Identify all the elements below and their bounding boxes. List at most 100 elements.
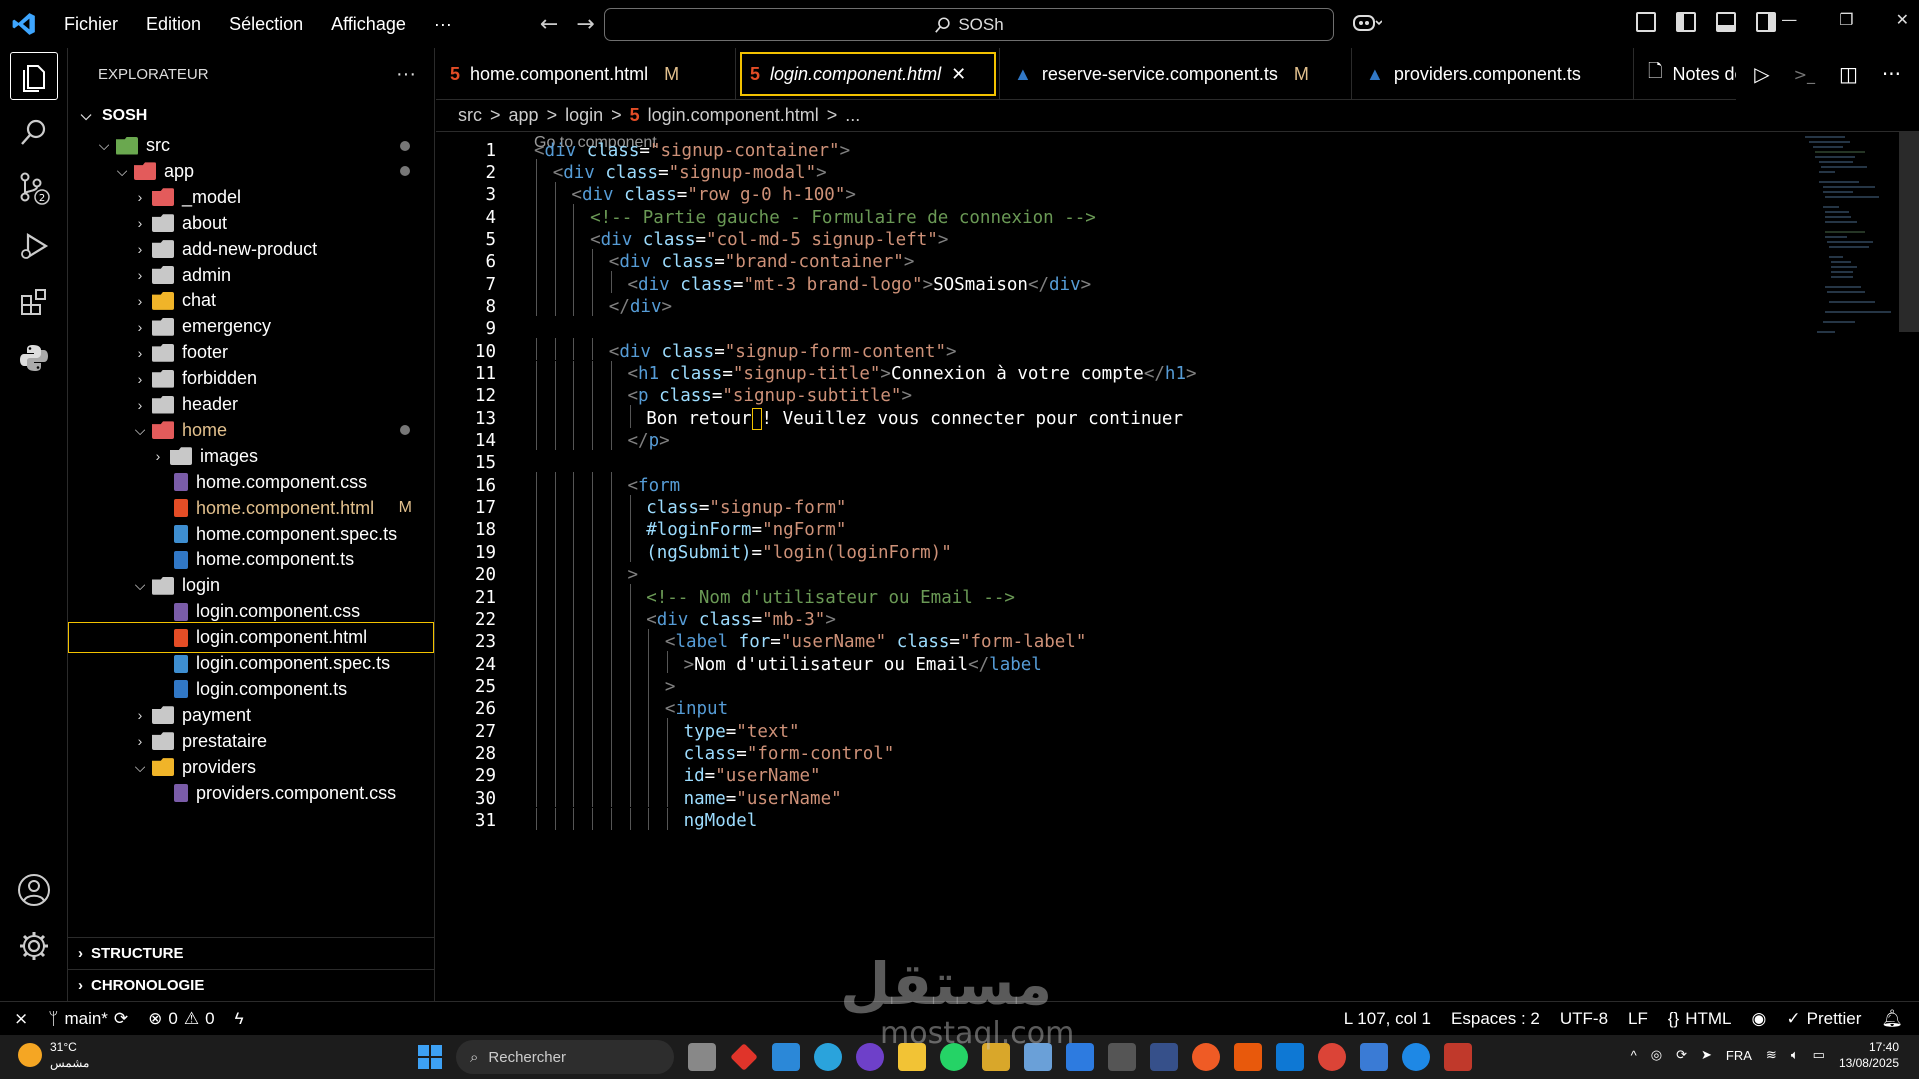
indent-guide [536,181,537,205]
structure-panel-header[interactable]: › STRUCTURE [68,937,434,968]
restore-icon[interactable]: ❐ [1839,10,1853,29]
tree-item-label: home [182,419,228,440]
minimap[interactable] [1795,132,1895,342]
toggle-primary-sidebar-icon[interactable] [1676,12,1696,32]
chrome-icon[interactable] [1318,1043,1346,1071]
accounts-icon[interactable] [10,866,58,914]
lightning-icon[interactable]: ϟ [225,1009,254,1029]
telegram-icon[interactable] [814,1043,842,1071]
indent-guide [592,494,594,517]
command-center-search[interactable]: SOSh [604,8,1334,41]
tray-sync-icon[interactable]: ⟳ [1676,1047,1687,1063]
wifi-icon[interactable]: ≋ [1766,1047,1777,1063]
minimize-icon[interactable]: — [1781,10,1797,29]
tab-home-component-html[interactable]: 5 home.component.html M [436,48,736,100]
clock[interactable]: 17:40 13/08/2025 [1839,1039,1899,1071]
code-text: <div class="col-md-5 signup-left"> [590,230,948,250]
menu-selection[interactable]: Sélection [215,14,317,35]
language-indicator[interactable]: FRA [1726,1048,1752,1063]
indent-guide [629,740,631,763]
task-view-icon[interactable] [688,1043,716,1071]
weather-widget[interactable]: 31°C مشمس [18,1039,89,1071]
tab-providers-component-ts[interactable]: ▲ providers.component.ts [1352,48,1634,100]
notepad-icon[interactable] [1360,1043,1388,1071]
workspace-root[interactable]: ⌵ SOSH [68,100,434,131]
close-window-icon[interactable]: ✕ [1896,10,1909,29]
cursor-position[interactable]: L 107, col 1 [1334,1009,1441,1029]
copilot-status-icon[interactable]: ◉ [1742,1009,1777,1029]
terminal-icon[interactable]: >_ [1794,65,1815,84]
settings-gear-icon[interactable] [10,922,58,970]
indent-guide [629,762,631,786]
remote-indicator[interactable]: ⨯ [0,1009,38,1029]
folder-open-icon [134,162,156,181]
notifications-bell-icon[interactable]: 🔔︎ [1871,1009,1919,1029]
indent-guide [610,516,612,540]
toggle-secondary-sidebar-icon[interactable] [1756,12,1776,32]
timeline-panel-header[interactable]: › CHRONOLOGIE [68,969,434,1000]
branch-indicator[interactable]: ᛘ main* ⟳ [38,1009,138,1029]
split-editor-icon[interactable]: ◫ [1839,62,1858,86]
vscode-taskbar-icon[interactable] [1276,1043,1304,1071]
battery-icon[interactable]: ▭ [1813,1047,1825,1063]
breadcrumb-login[interactable]: login [565,105,603,126]
prettier-status[interactable]: ✓ Prettier [1776,1009,1871,1029]
tab-login-component-html[interactable]: 5 login.component.html ✕ [736,48,1000,100]
taskbar-search[interactable]: ⌕ Rechercher [456,1040,674,1074]
windows-start-icon[interactable] [418,1045,442,1069]
menu-affichage[interactable]: Affichage [317,14,420,35]
indent-guide [629,785,631,808]
customize-layout-icon[interactable] [1636,12,1656,32]
app-d-icon[interactable] [1108,1043,1136,1071]
breadcrumb-src[interactable]: src [458,105,482,126]
python-icon[interactable] [10,334,58,382]
menu-edition[interactable]: Edition [132,14,215,35]
close-tab-icon[interactable]: ✕ [951,64,966,85]
code-token: div [638,274,681,295]
volume-icon[interactable]: 🔈︎ [1791,1047,1799,1063]
search-icon[interactable] [10,108,58,156]
breadcrumb-app[interactable]: app [509,105,539,126]
language-mode[interactable]: {} HTML [1658,1009,1742,1029]
source-control-icon[interactable]: 2 [10,164,58,212]
tray-send-icon[interactable]: ➤ [1701,1047,1712,1063]
postman-icon[interactable] [1192,1043,1220,1071]
app-red-diamond-icon[interactable] [730,1043,758,1071]
microsoft-store-icon[interactable] [772,1043,800,1071]
copilot-icon[interactable] [1352,12,1383,39]
back-arrow-icon[interactable]: ← [540,12,558,37]
menu-more-button[interactable]: ··· [420,14,466,35]
breadcrumb-symbol[interactable]: ... [845,105,860,126]
file-item[interactable]: providers.component.css [68,778,434,809]
visual-studio-icon[interactable] [1150,1043,1178,1071]
app-misc-icon[interactable] [1444,1043,1472,1071]
editor-scrollbar[interactable] [1899,132,1919,332]
end-of-line[interactable]: LF [1618,1009,1658,1029]
code-editor[interactable]: Go to component 1 <div class="signup-cont… [436,132,1919,1001]
indent-guide [592,360,594,383]
jetbrains-icon[interactable] [1234,1043,1262,1071]
problems-indicator[interactable]: ⊗ 0 ⚠ 0 [138,1009,224,1029]
forward-arrow-icon[interactable]: → [576,12,594,37]
chevron-up-icon[interactable]: ^ [1631,1048,1637,1063]
explorer-more-icon[interactable]: ··· [396,63,416,86]
indent-guide [666,762,668,786]
encoding[interactable]: UTF-8 [1550,1009,1618,1029]
code-token: < [627,364,639,384]
explorer-icon[interactable] [10,52,58,100]
toggle-panel-icon[interactable] [1716,12,1736,32]
more-actions-icon[interactable]: ··· [1882,62,1901,86]
tray-app-icon[interactable]: ◎ [1651,1047,1662,1063]
tree-item-label: add-new-product [182,238,318,259]
code-text: <form [628,476,681,496]
code-token: > [946,341,957,362]
tab-reserve-service-component-ts[interactable]: ▲ reserve-service.component.ts M [1000,48,1352,100]
extensions-icon[interactable] [10,278,58,326]
breadcrumb-file[interactable]: login.component.html [648,105,819,126]
run-icon[interactable]: ▷ [1754,62,1769,86]
indentation[interactable]: Espaces : 2 [1441,1009,1550,1029]
workspace-root-label: SOSH [102,106,148,124]
menu-fichier[interactable]: Fichier [50,14,132,35]
run-debug-icon[interactable] [10,222,58,270]
chrome-profile-icon[interactable] [1402,1043,1430,1071]
